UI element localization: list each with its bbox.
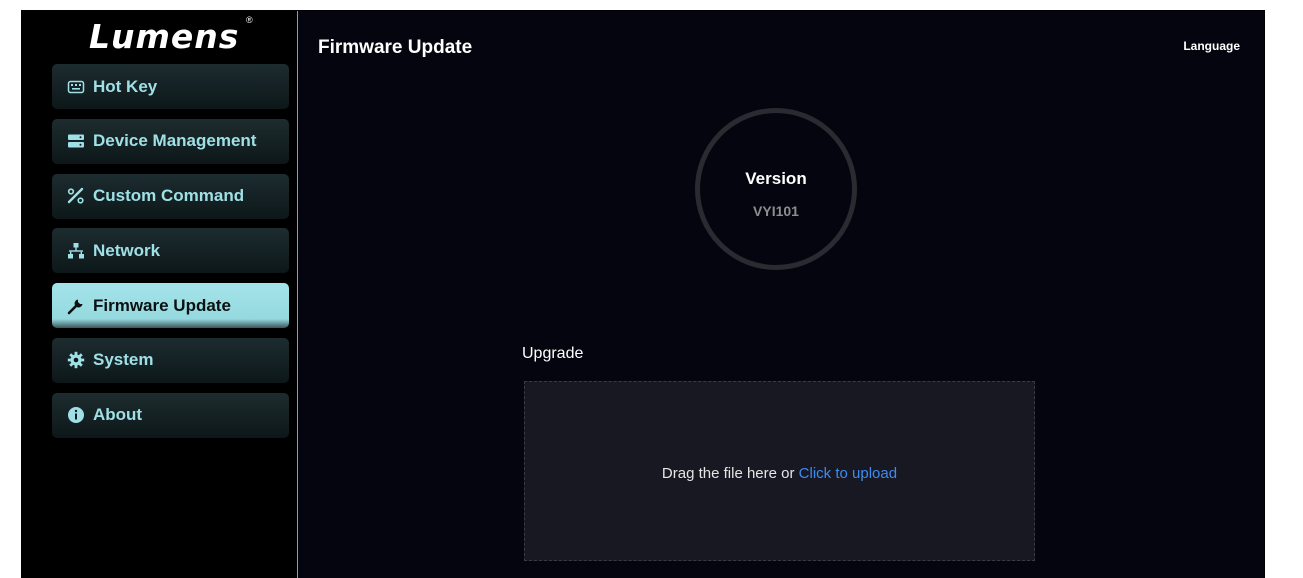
sidebar-item-system[interactable]: System [52,337,289,383]
file-dropzone[interactable]: Drag the file here or Click to upload [524,381,1035,561]
sidebar-item-device-management[interactable]: Device Management [52,118,289,164]
page-title: Firmware Update [318,37,473,58]
sidebar-item-label: System [93,350,154,370]
version-value: VYI101 [753,203,799,219]
sidebar-item-label: About [93,405,143,425]
sidebar-item-label: Custom Command [93,186,245,206]
drop-instruction: Drag the file here or [661,465,799,482]
gear-icon [66,350,86,370]
sidebar-nav: Hot Key Device Management Custom Command… [52,64,289,448]
app-window: Lumens ® Hot Key Device Management Custo… [21,10,1265,578]
sidebar-item-about[interactable]: About [52,392,289,438]
version-ring [695,108,857,270]
dropzone-text: Drag the file here or Click to upload [525,465,1034,482]
sidebar-item-custom-command[interactable]: Custom Command [52,173,289,219]
keyboard-icon [66,77,86,97]
upgrade-label: Upgrade [522,345,584,362]
wrench-icon [66,296,86,316]
server-icon [66,131,86,151]
sidebar-item-firmware-update[interactable]: Firmware Update [52,283,289,329]
sidebar-item-network[interactable]: Network [52,228,289,274]
version-title: Version [745,169,807,188]
language-selector[interactable]: Language [1183,39,1240,53]
info-icon [66,405,86,425]
magic-tools-icon [66,186,86,206]
sidebar-item-label: Hot Key [93,76,158,96]
sidebar: Lumens ® Hot Key Device Management Custo… [22,11,298,578]
upload-link[interactable]: Click to upload [799,465,897,482]
network-icon [66,241,86,261]
sidebar-item-hot-key[interactable]: Hot Key [52,64,289,109]
sidebar-item-label: Firmware Update [93,295,231,315]
sidebar-item-label: Network [93,240,161,260]
sidebar-item-label: Device Management [93,131,257,151]
registered-mark: ® [246,15,253,25]
lumens-logo: Lumens [89,17,240,56]
